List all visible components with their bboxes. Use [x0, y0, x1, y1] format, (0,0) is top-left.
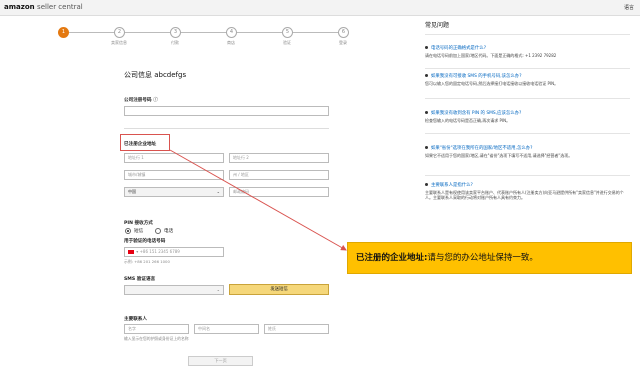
address-callout: 已注册的企业地址:请与您的办公地址保持一致。: [347, 242, 632, 274]
callout-bold: 已注册的企业地址:: [356, 253, 428, 263]
callout-text: 请与您的办公地址保持一致。: [427, 253, 538, 263]
annotation-arrow: [169, 149, 347, 251]
